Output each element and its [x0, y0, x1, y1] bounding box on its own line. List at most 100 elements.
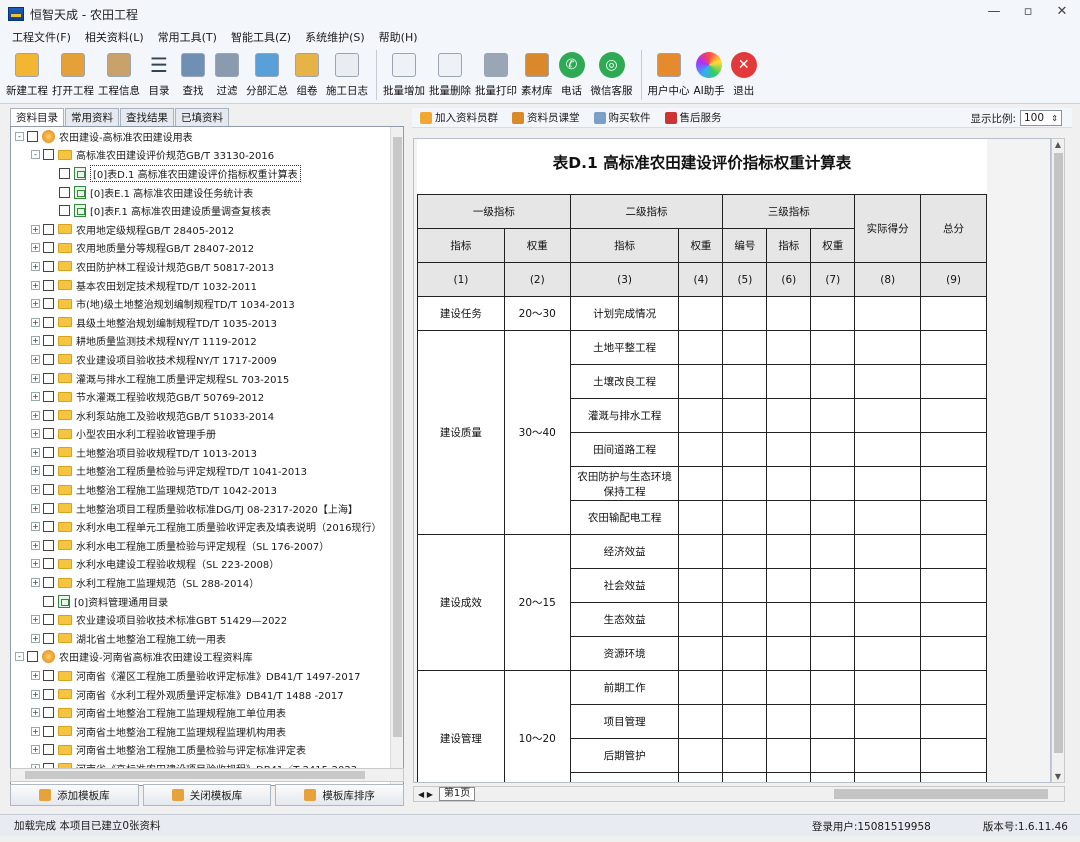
tree-checkbox[interactable] [43, 391, 54, 403]
input-cell[interactable] [854, 364, 922, 399]
input-cell[interactable] [854, 636, 922, 671]
input-cell[interactable] [854, 602, 922, 637]
tree-item[interactable]: + 农业建设项目验收技术标准GBT 51429—2022 [11, 610, 403, 629]
input-cell[interactable] [678, 636, 724, 671]
tree-item[interactable]: + 河南省《水利工程外观质量评定标准》DB41/T 1488 -2017 [11, 685, 403, 704]
toolbar-button[interactable]: 工程信息 [98, 46, 140, 98]
expand-icon[interactable]: + [31, 261, 40, 271]
toolbar-button[interactable]: 用户中心 [648, 46, 690, 98]
input-cell[interactable] [766, 738, 812, 773]
input-cell[interactable] [766, 534, 812, 569]
tree-item[interactable]: + 河南省土地整治工程施工监理规程施工单位用表 [11, 703, 403, 722]
tree-item[interactable]: + 县级土地整治规划编制规程TD/T 1035-2013 [11, 313, 403, 332]
toolbar-button[interactable]: 过滤 [212, 46, 242, 98]
menu-item[interactable]: 系统维护(S) [305, 29, 365, 45]
tree-item[interactable]: + 水利工程施工监理规范（SL 288-2014） [11, 573, 403, 592]
input-cell[interactable] [722, 500, 768, 535]
tree-item[interactable]: + 河南省《灌区工程施工质量验收评定标准》DB41/T 1497-2017 [11, 666, 403, 685]
input-cell[interactable] [920, 466, 987, 501]
input-cell[interactable] [810, 670, 856, 705]
expand-icon[interactable]: + [31, 354, 40, 364]
sheet-vertical-scrollbar[interactable]: ▲ ▼ [1051, 138, 1065, 783]
input-cell[interactable] [722, 772, 768, 782]
expand-icon[interactable]: + [31, 633, 40, 643]
scroll-up-icon[interactable]: ▲ [1052, 140, 1064, 149]
input-cell[interactable] [810, 466, 856, 501]
input-cell[interactable] [920, 670, 987, 705]
input-cell[interactable] [810, 500, 856, 535]
input-cell[interactable] [854, 398, 922, 433]
expand-icon[interactable]: + [31, 503, 40, 513]
tree-checkbox[interactable] [43, 372, 54, 384]
tree-checkbox[interactable] [59, 167, 70, 179]
input-cell[interactable] [920, 772, 987, 782]
input-cell[interactable] [722, 296, 768, 331]
expand-icon[interactable]: + [31, 671, 40, 681]
tree-item[interactable]: + 农田防护林工程设计规范GB/T 50817-2013 [11, 257, 403, 276]
toolbar-button[interactable]: ☰ 目录 [144, 46, 174, 98]
input-cell[interactable] [722, 704, 768, 739]
tree-checkbox[interactable] [59, 205, 70, 217]
input-cell[interactable] [854, 534, 922, 569]
menu-item[interactable]: 智能工具(Z) [231, 29, 291, 45]
tree-checkbox[interactable] [43, 539, 54, 551]
tree-item[interactable]: + 河南省土地整治工程施工质量检验与评定标准评定表 [11, 741, 403, 760]
tree-checkbox[interactable] [43, 614, 54, 626]
tree-item[interactable]: + 农业建设项目验收技术规程NY/T 1717-2009 [11, 350, 403, 369]
input-cell[interactable] [678, 432, 724, 467]
input-cell[interactable] [766, 330, 812, 365]
input-cell[interactable] [920, 704, 987, 739]
tree-checkbox[interactable] [43, 465, 54, 477]
tree-checkbox[interactable] [43, 502, 54, 514]
input-cell[interactable] [766, 568, 812, 603]
input-cell[interactable] [920, 398, 987, 433]
sheet-nav-icon[interactable]: ◀ ▶ [418, 790, 433, 799]
input-cell[interactable] [810, 772, 856, 782]
tree-item[interactable]: [0]表F.1 高标准农田建设质量调查复核表 [11, 201, 403, 220]
zoom-spinner[interactable]: 100 ⇕ [1020, 110, 1062, 126]
input-cell[interactable] [766, 466, 812, 501]
minimize-icon[interactable]: — [984, 4, 1004, 19]
input-cell[interactable] [722, 534, 768, 569]
input-cell[interactable] [810, 738, 856, 773]
input-cell[interactable] [810, 602, 856, 637]
input-cell[interactable] [722, 364, 768, 399]
input-cell[interactable] [920, 568, 987, 603]
expand-icon[interactable]: + [31, 615, 40, 625]
input-cell[interactable] [766, 432, 812, 467]
tree-checkbox[interactable] [27, 651, 38, 663]
expand-icon[interactable]: + [31, 243, 40, 253]
tree-item[interactable]: + 水利水电工程施工质量检验与评定规程（SL 176-2007） [11, 536, 403, 555]
tree-checkbox[interactable] [43, 353, 54, 365]
tree-item[interactable]: + 灌溉与排水工程施工质量评定规程SL 703-2015 [11, 369, 403, 388]
toolbar-button[interactable]: AI助手 [694, 46, 725, 98]
expand-icon[interactable]: + [31, 689, 40, 699]
input-cell[interactable] [854, 772, 922, 782]
tree-item[interactable]: + 节水灌溉工程验收规范GB/T 50769-2012 [11, 387, 403, 406]
input-cell[interactable] [678, 330, 724, 365]
tree-item[interactable]: [0]表D.1 高标准农田建设评价指标权重计算表 [11, 164, 403, 183]
input-cell[interactable] [766, 772, 812, 782]
tree-item[interactable]: + 市(地)级土地整治规划编制规程TD/T 1034-2013 [11, 294, 403, 313]
tree-checkbox[interactable] [43, 484, 54, 496]
classroom-link[interactable]: 资料员课堂 [512, 110, 580, 125]
tree-item[interactable]: + 水利水电工程单元工程施工质量验收评定表及填表说明（2016现行） [11, 517, 403, 536]
input-cell[interactable] [810, 704, 856, 739]
expand-icon[interactable]: + [31, 336, 40, 346]
expand-icon[interactable]: + [31, 540, 40, 550]
input-cell[interactable] [854, 296, 922, 331]
tree-item[interactable]: + 农用地定级规程GB/T 28405-2012 [11, 220, 403, 239]
tree-item[interactable]: + 农用地质量分等规程GB/T 28407-2012 [11, 239, 403, 258]
input-cell[interactable] [920, 500, 987, 535]
input-cell[interactable] [722, 670, 768, 705]
input-cell[interactable] [678, 568, 724, 603]
expand-icon[interactable]: + [31, 410, 40, 420]
tree-checkbox[interactable] [43, 242, 54, 254]
tree-checkbox[interactable] [43, 595, 54, 607]
input-cell[interactable] [678, 364, 724, 399]
input-cell[interactable] [678, 670, 724, 705]
expand-icon[interactable]: + [31, 224, 40, 234]
expand-icon[interactable]: + [31, 280, 40, 290]
input-cell[interactable] [766, 364, 812, 399]
expand-icon[interactable]: + [31, 392, 40, 402]
